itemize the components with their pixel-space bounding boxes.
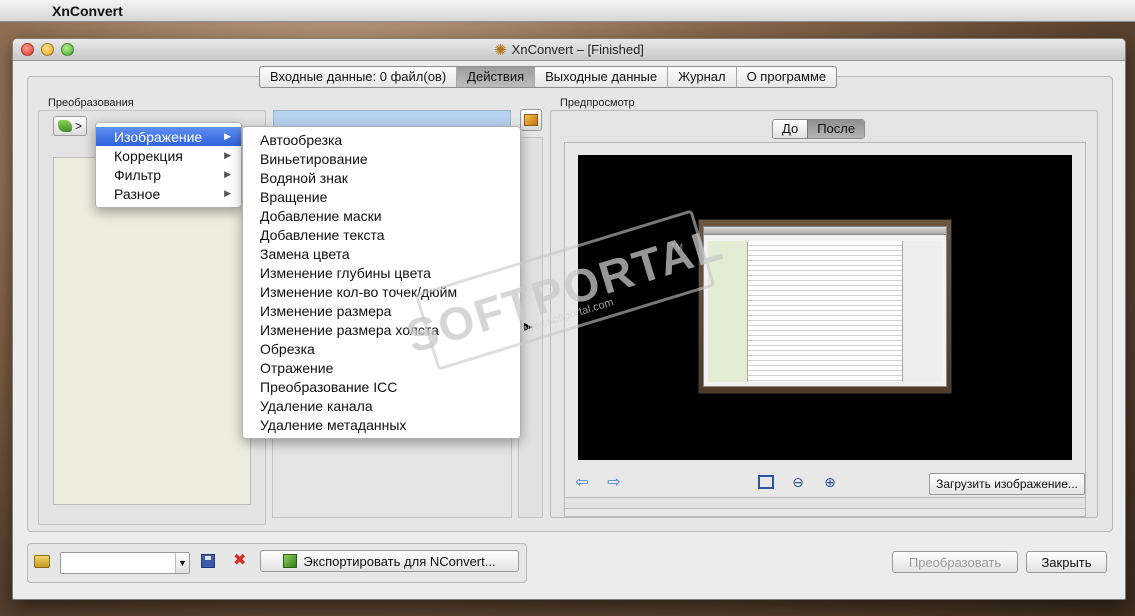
submenu-item[interactable]: Отражение <box>243 359 520 378</box>
title-bar: ✺ XnConvert – [Finished] <box>13 39 1125 61</box>
next-arrow-icon[interactable]: ⇨ <box>598 472 630 492</box>
add-action-icon <box>58 120 72 132</box>
submenu-arrow-icon: ▶ <box>224 150 231 160</box>
save-icon[interactable] <box>201 554 215 568</box>
after-button[interactable]: После <box>807 120 865 138</box>
submenu-item[interactable]: Изменение размера <box>243 302 520 321</box>
menu-item-misc[interactable]: Разное ▶ <box>96 184 241 203</box>
open-folder-icon[interactable] <box>34 555 50 568</box>
submenu-item[interactable]: Добавление маски <box>243 207 520 226</box>
zoom-window-button[interactable] <box>61 43 74 56</box>
before-button[interactable]: До <box>773 120 808 138</box>
preview-toolbar: ⇦ ⇨ ⊖ ⊕ <box>566 471 846 493</box>
tab-bar: Входные данные: 0 файл(ов) Действия Выхо… <box>259 66 838 88</box>
zoom-in-icon[interactable]: ⊕ <box>814 474 846 491</box>
tab-actions[interactable]: Действия <box>457 67 536 87</box>
export-icon <box>283 554 298 568</box>
submenu-item[interactable]: Замена цвета <box>243 245 520 264</box>
submenu-item[interactable]: Вращение <box>243 188 520 207</box>
category-menu: Изображение ▶ Коррекция ▶ Фильтр ▶ Разно… <box>95 122 242 208</box>
submenu-arrow-icon: ▶ <box>224 131 231 141</box>
convert-button[interactable]: Преобразовать <box>892 551 1018 573</box>
tab-output[interactable]: Выходные данные <box>535 67 669 87</box>
zoom-out-icon[interactable]: ⊖ <box>782 474 814 491</box>
submenu-item[interactable]: Изменение кол-во точек/дюйм <box>243 283 520 302</box>
fit-to-window-icon[interactable] <box>758 475 774 489</box>
app-menu-name[interactable]: XnConvert <box>52 3 123 19</box>
submenu-item[interactable]: Изменение размера холста <box>243 321 520 340</box>
menu-item-misc-label: Разное <box>114 185 161 202</box>
menu-item-filter-label: Фильтр <box>114 166 162 183</box>
submenu-item[interactable]: Добавление текста <box>243 226 520 245</box>
add-action-button[interactable]: > <box>53 116 88 136</box>
preview-thumbnail <box>698 219 952 394</box>
submenu-item[interactable]: Удаление метаданных <box>243 416 520 435</box>
menu-bar: XnConvert <box>0 0 1135 22</box>
close-button[interactable]: Закрыть <box>1026 551 1107 573</box>
preview-scrollbar[interactable] <box>564 497 1086 509</box>
window-controls <box>21 43 74 56</box>
window-title: XnConvert – [Finished] <box>511 42 644 57</box>
preview-label: Предпросмотр <box>560 97 635 109</box>
export-nconvert-label: Экспортировать для NConvert... <box>303 553 496 569</box>
preset-combo[interactable]: ▼ <box>60 552 190 574</box>
submenu-item[interactable]: Автообрезка <box>243 131 520 150</box>
tab-log[interactable]: Журнал <box>668 67 737 87</box>
submenu-item[interactable]: Преобразование ICC <box>243 378 520 397</box>
watermark-tm: TM <box>670 242 683 252</box>
close-window-button[interactable] <box>21 43 34 56</box>
menu-item-correction[interactable]: Коррекция ▶ <box>96 146 241 165</box>
actions-list[interactable] <box>53 157 251 505</box>
delete-icon[interactable]: ✖ <box>233 550 246 570</box>
submenu-item[interactable]: Водяной знак <box>243 169 520 188</box>
previous-arrow-icon[interactable]: ⇦ <box>566 472 598 492</box>
action-image-button[interactable] <box>520 109 542 131</box>
submenu-item[interactable]: Удаление канала <box>243 397 520 416</box>
tab-input[interactable]: Входные данные: 0 файл(ов) <box>260 67 458 87</box>
menu-item-image[interactable]: Изображение ▶ <box>96 127 241 146</box>
transformations-label: Преобразования <box>48 97 134 109</box>
submenu-arrow-icon: ▶ <box>224 188 231 198</box>
submenu-item[interactable]: Изменение глубины цвета <box>243 264 520 283</box>
image-actions-submenu: Автообрезка Виньетирование Водяной знак … <box>242 126 521 439</box>
submenu-item[interactable]: Обрезка <box>243 340 520 359</box>
menu-item-image-label: Изображение <box>114 128 203 145</box>
menu-item-filter[interactable]: Фильтр ▶ <box>96 165 241 184</box>
chevron-down-icon[interactable]: ▼ <box>175 553 189 573</box>
submenu-arrow-icon: ▶ <box>224 169 231 179</box>
submenu-item[interactable]: Виньетирование <box>243 150 520 169</box>
menu-item-correction-label: Коррекция <box>114 147 183 164</box>
tab-about[interactable]: О программе <box>737 67 837 87</box>
before-after-toggle: До После <box>772 119 866 139</box>
load-image-button[interactable]: Загрузить изображение... <box>929 473 1085 495</box>
export-nconvert-button[interactable]: Экспортировать для NConvert... <box>260 550 519 572</box>
app-gear-icon: ✺ <box>494 41 507 59</box>
minimize-window-button[interactable] <box>41 43 54 56</box>
image-icon <box>524 114 538 126</box>
add-action-arrow: > <box>75 119 83 133</box>
